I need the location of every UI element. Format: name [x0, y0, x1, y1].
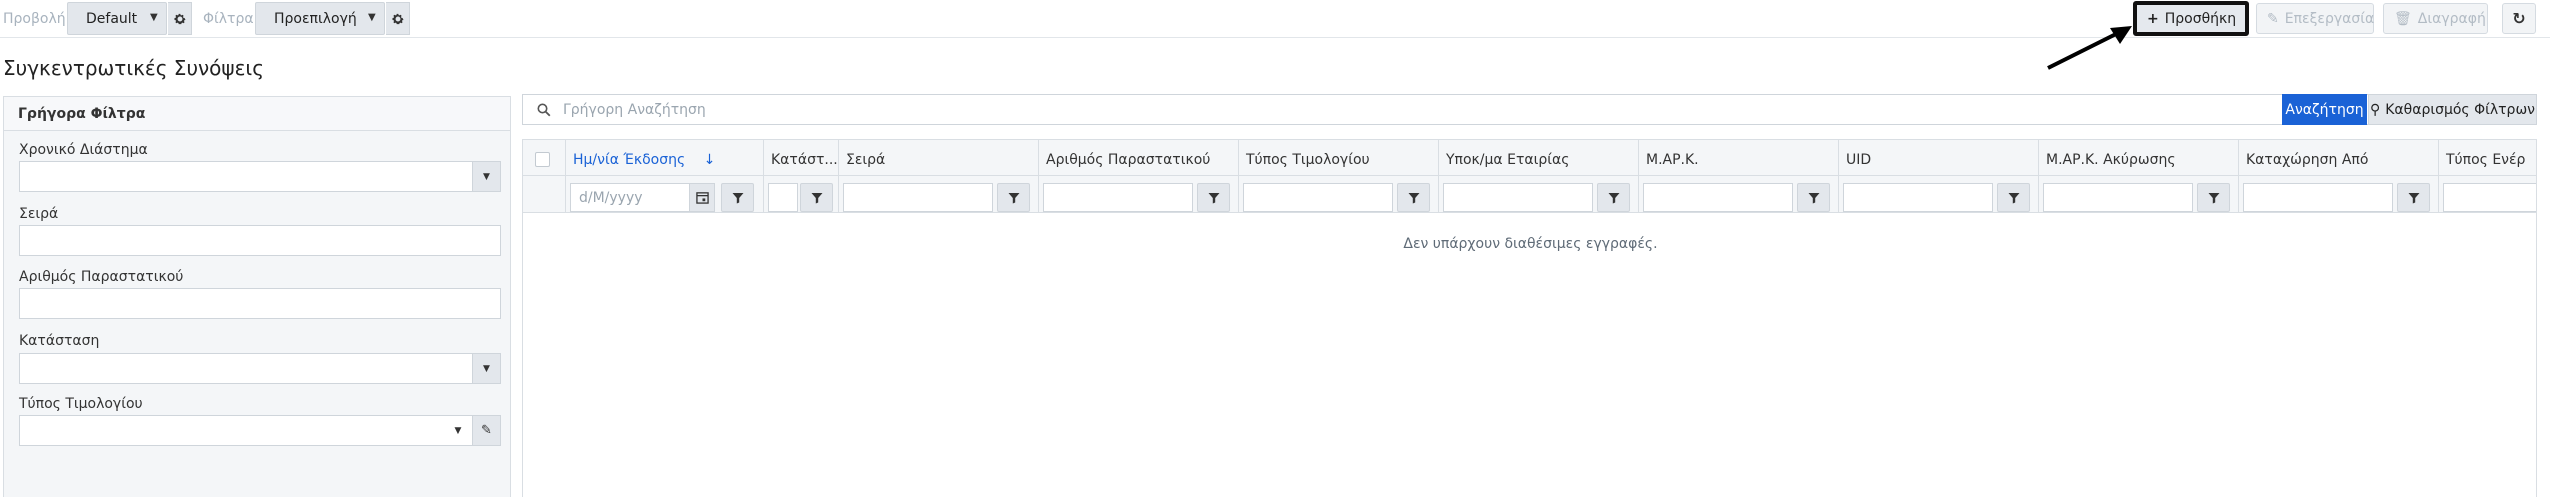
cancel-mark-filter-input[interactable] [2043, 183, 2193, 212]
filter-icon[interactable] [1197, 183, 1230, 212]
empty-grid-message: Δεν υπάρχουν διαθέσιμες εγγραφές. [1403, 236, 1658, 252]
filters-select[interactable]: Προεπιλογή ▼ [255, 2, 385, 35]
plus-icon: + [2147, 10, 2159, 27]
select-all-checkbox[interactable] [535, 152, 550, 167]
filter-cell-invoice-type [1239, 176, 1439, 213]
filter-cell-mark [1639, 176, 1839, 213]
pencil-icon: ✎ [2267, 10, 2279, 27]
filter-icon[interactable] [2397, 183, 2430, 212]
annotation-arrow-icon [2047, 26, 2132, 70]
column-header-uid[interactable]: UID [1839, 140, 2039, 176]
search-button[interactable]: Αναζήτηση [2282, 94, 2367, 125]
invoice-type-label: Τύπος Τιμολογίου [19, 396, 143, 412]
date-range-label: Χρονικό Διάστημα [19, 142, 148, 158]
delete-button-label: Διαγραφή [2417, 10, 2486, 27]
company-branch-filter-input[interactable] [1443, 183, 1593, 212]
filter-icon[interactable] [1997, 183, 2030, 212]
top-toolbar: Προβολή Default ▼ Φίλτρα Προεπιλογή ▼ + … [0, 0, 2550, 38]
entered-by-filter-input[interactable] [2243, 183, 2393, 212]
filter-cell-series [839, 176, 1039, 213]
sort-desc-icon: ↓ [703, 152, 716, 168]
filter-icon[interactable] [1597, 183, 1630, 212]
filters-settings-gear-icon[interactable] [386, 2, 410, 35]
refresh-button[interactable]: ↻ [2502, 3, 2536, 34]
filter-icon[interactable] [800, 183, 833, 212]
chevron-down-icon[interactable]: ▼ [444, 416, 472, 445]
view-settings-gear-icon[interactable] [168, 2, 192, 35]
filter-icon[interactable] [997, 183, 1030, 212]
column-header-invoice-type[interactable]: Τύπος Τιμολογίου [1239, 140, 1439, 176]
column-header-mark[interactable]: Μ.ΑΡ.Κ. [1639, 140, 1839, 176]
filter-cell-empty [523, 176, 566, 213]
filter-cell-entered-by [2239, 176, 2439, 213]
filter-cell-company-branch [1439, 176, 1639, 213]
pencil-icon[interactable]: ✎ [472, 416, 500, 445]
clear-filters-label: Καθαρισμός Φίλτρων [2385, 101, 2535, 118]
view-select[interactable]: Default ▼ [67, 2, 167, 35]
page-title: Συγκεντρωτικές Συνόψεις [3, 56, 264, 80]
series-input[interactable] [19, 225, 501, 256]
chevron-down-icon: ▼ [368, 12, 376, 23]
filter-clear-icon: ⚲ [2369, 101, 2381, 118]
status-select[interactable]: ▼ [19, 353, 501, 384]
chevron-down-icon: ▼ [150, 12, 158, 23]
invoice-type-filter-input[interactable] [1243, 183, 1393, 212]
column-header-entered-by[interactable]: Καταχώρηση Από [2239, 140, 2439, 176]
filter-cell-cancel-mark [2039, 176, 2239, 213]
edit-button-label: Επεξεργασία [2284, 10, 2375, 27]
clear-filters-button[interactable]: ⚲ Καθαρισμός Φίλτρων [2368, 94, 2537, 125]
chevron-down-icon[interactable]: ▼ [472, 162, 500, 191]
status-label: Κατάσταση [19, 333, 100, 349]
invoices-grid: Ημ/νία Έκδοσης ↓ Κατάστ... Σειρά Αριθμός… [522, 139, 2537, 497]
column-header-energy-type[interactable]: Τύπος Ενέρ [2439, 140, 2536, 176]
quick-filters-panel: Γρήγορα Φίλτρα Χρονικό Διάστημα ▼ Σειρά … [3, 96, 511, 497]
filter-icon[interactable] [2197, 183, 2230, 212]
column-header-status[interactable]: Κατάστ... [764, 140, 839, 176]
view-select-value: Default [86, 11, 138, 27]
issue-date-filter-input[interactable]: d/M/yyyy [570, 183, 690, 212]
status-filter-input[interactable] [768, 183, 798, 212]
quick-search-placeholder: Γρήγορη Αναζήτηση [563, 102, 706, 118]
refresh-icon: ↻ [2512, 9, 2526, 28]
column-header-company-branch[interactable]: Υποκ/μα Εταιρίας [1439, 140, 1639, 176]
energy-type-filter-input[interactable] [2443, 183, 2536, 212]
series-filter-input[interactable] [843, 183, 993, 212]
document-number-filter-input[interactable] [1043, 183, 1193, 212]
filter-cell-issue-date: d/M/yyyy [566, 176, 764, 213]
chevron-down-icon[interactable]: ▼ [472, 354, 500, 383]
filter-icon[interactable] [721, 183, 754, 212]
column-header-series[interactable]: Σειρά [839, 140, 1039, 176]
filter-cell-document-number [1039, 176, 1239, 213]
uid-filter-input[interactable] [1843, 183, 1993, 212]
column-header-cancel-mark[interactable]: Μ.ΑΡ.Κ. Ακύρωσης [2039, 140, 2239, 176]
edit-button[interactable]: ✎ Επεξεργασία [2256, 3, 2374, 34]
select-all-cell [523, 140, 566, 176]
filter-cell-uid [1839, 176, 2039, 213]
grid-filter-row: d/M/yyyy [523, 176, 2536, 213]
filter-cell-energy-type [2439, 176, 2536, 213]
mark-filter-input[interactable] [1643, 183, 1793, 212]
grid-header-row: Ημ/νία Έκδοσης ↓ Κατάστ... Σειρά Αριθμός… [523, 140, 2536, 176]
quick-filters-title: Γρήγορα Φίλτρα [4, 97, 510, 131]
document-number-input[interactable] [19, 288, 501, 319]
search-icon [537, 103, 551, 117]
invoice-type-select[interactable]: ▼ ✎ [19, 415, 501, 446]
series-label: Σειρά [19, 206, 59, 222]
document-number-label: Αριθμός Παραστατικού [19, 269, 184, 285]
view-label: Προβολή [3, 11, 66, 27]
add-button[interactable]: + Προσθήκη [2133, 1, 2249, 36]
filter-cell-status [764, 176, 839, 213]
delete-button[interactable]: 🗑 Διαγραφή [2383, 3, 2488, 34]
filter-icon[interactable] [1797, 183, 1830, 212]
column-header-issue-date[interactable]: Ημ/νία Έκδοσης ↓ [566, 140, 764, 176]
calendar-icon[interactable] [689, 183, 715, 212]
filters-label: Φίλτρα [203, 11, 254, 27]
trash-icon: 🗑 [2394, 10, 2412, 27]
column-header-document-number[interactable]: Αριθμός Παραστατικού [1039, 140, 1239, 176]
date-range-select[interactable]: ▼ [19, 161, 501, 192]
add-button-label: Προσθήκη [2164, 10, 2237, 27]
quick-search-input[interactable]: Γρήγορη Αναζήτηση [522, 94, 2537, 125]
filters-select-value: Προεπιλογή [274, 11, 357, 27]
filter-icon[interactable] [1397, 183, 1430, 212]
